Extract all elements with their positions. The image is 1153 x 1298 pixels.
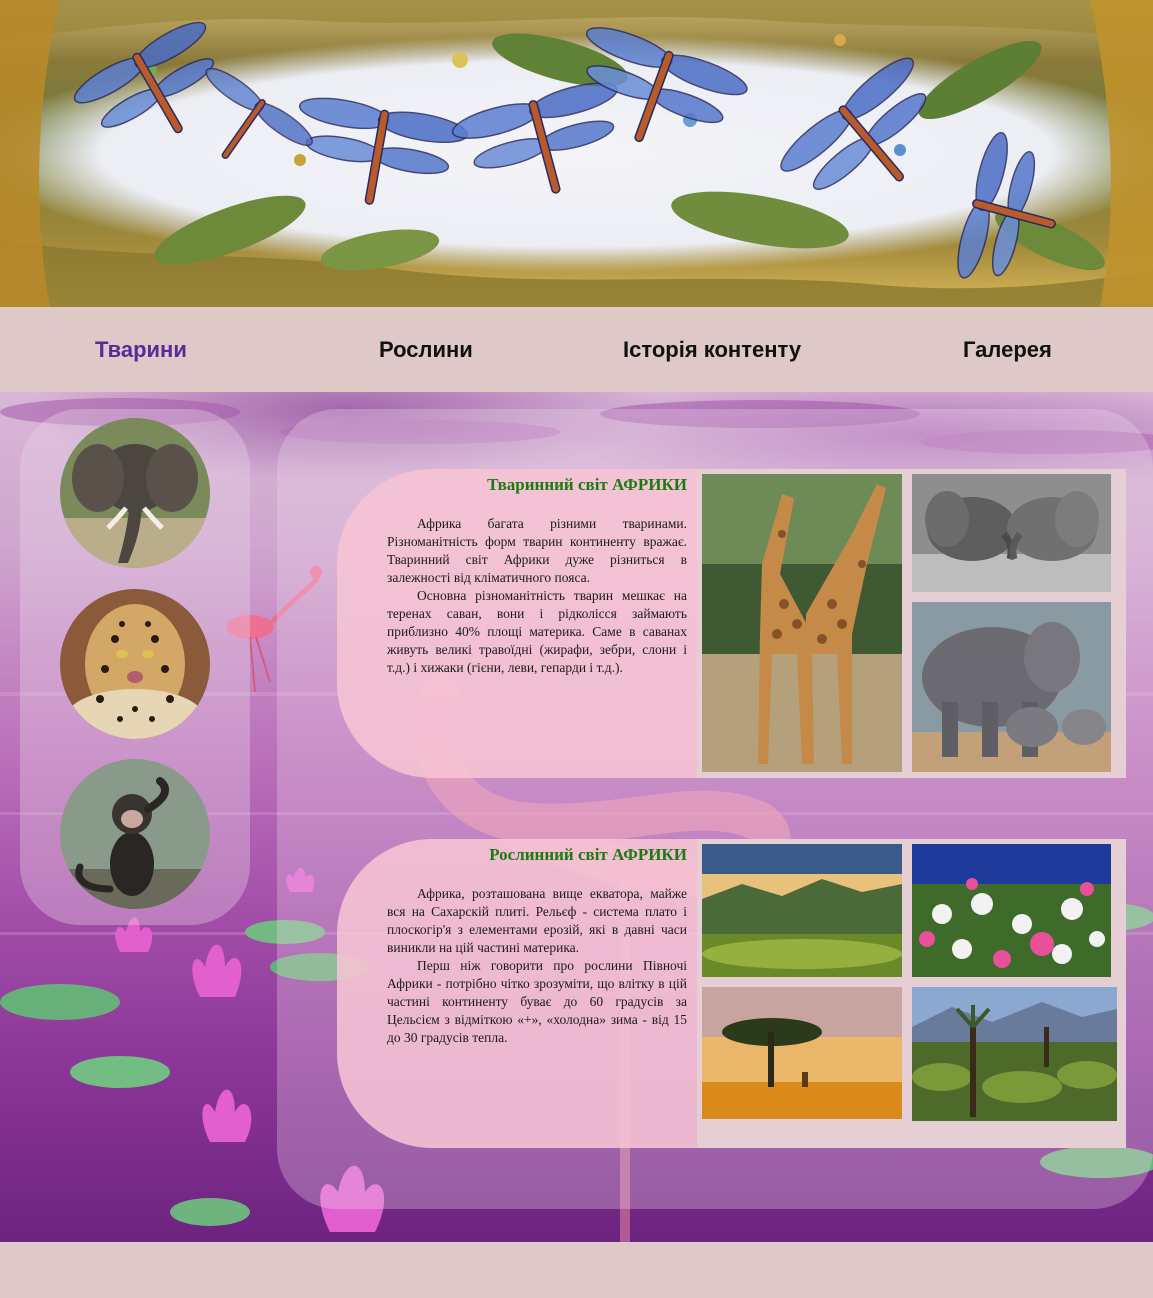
- nav-item-content-history[interactable]: Історія контенту: [623, 337, 801, 363]
- savanna-hills-photo[interactable]: [702, 844, 902, 977]
- elephant-icon: [60, 418, 210, 568]
- acacia-savanna-photo[interactable]: [702, 987, 902, 1119]
- leopard-avatar[interactable]: [60, 589, 210, 739]
- baboon-icon: [60, 759, 210, 909]
- header-banner: [0, 0, 1153, 307]
- nav-item-gallery[interactable]: Галерея: [963, 337, 1052, 363]
- cosmos-flowers-image: [912, 844, 1111, 977]
- savanna-hills-image: [702, 844, 902, 977]
- page-footer: [0, 1242, 1153, 1298]
- animals-text-card: Тваринний світ АФРИКИ Африка багата різн…: [337, 469, 697, 778]
- aloe-mountains-image: [912, 987, 1117, 1121]
- elephant-family-image: [912, 602, 1111, 772]
- animals-paragraph-1: Африка багата різними тваринами. Різнома…: [387, 516, 687, 585]
- plants-text: Африка, розташована вище екватора, майже…: [387, 885, 687, 1047]
- dragonfly-artwork: [0, 0, 1153, 307]
- main-scene: Тваринний світ АФРИКИ Африка багата різн…: [0, 392, 1153, 1242]
- acacia-savanna-image: [702, 987, 902, 1119]
- giraffes-photo[interactable]: [702, 474, 902, 772]
- plants-paragraph-2: Перш ніж говорити про рослини Півночі Аф…: [387, 958, 687, 1045]
- baboon-avatar[interactable]: [60, 759, 210, 909]
- plants-photo-grid: [697, 839, 1126, 1148]
- aloe-mountains-photo[interactable]: [912, 987, 1117, 1121]
- animals-paragraph-2: Основна різноманітність тварин мешкає на…: [387, 588, 687, 675]
- giraffes-image: [702, 474, 902, 772]
- cosmos-flowers-photo[interactable]: [912, 844, 1111, 977]
- animal-sidebar: [20, 409, 250, 925]
- plants-paragraph-1: Африка, розташована вище екватора, майже…: [387, 886, 687, 955]
- main-nav: Тварини Рослини Історія контенту Галерея: [0, 307, 1153, 392]
- animals-photo-grid: [697, 469, 1126, 778]
- animals-title: Тваринний світ АФРИКИ: [487, 475, 687, 494]
- elephants-bw-photo[interactable]: [912, 474, 1111, 592]
- elephant-family-photo[interactable]: [912, 602, 1111, 772]
- elephants-bw-image: [912, 474, 1111, 592]
- nav-item-animals[interactable]: Тварини: [95, 337, 187, 363]
- leopard-icon: [60, 589, 210, 739]
- nav-item-plants[interactable]: Рослини: [379, 337, 473, 363]
- elephant-avatar[interactable]: [60, 418, 210, 568]
- plants-title: Рослинний світ АФРИКИ: [489, 845, 687, 864]
- plants-text-card: Рослинний світ АФРИКИ Африка, розташован…: [337, 839, 697, 1148]
- animals-text: Африка багата різними тваринами. Різнома…: [387, 515, 687, 677]
